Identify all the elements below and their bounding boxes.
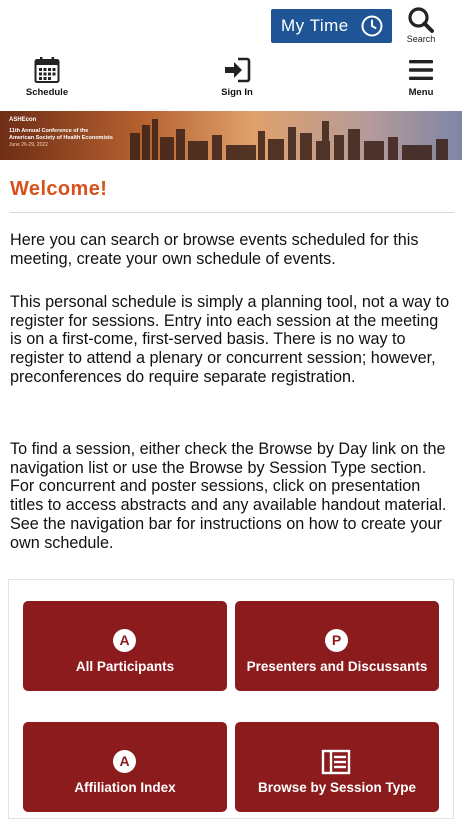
calendar-icon: [34, 57, 60, 83]
my-time-label: My Time: [281, 16, 349, 35]
nav-sign-in[interactable]: Sign In: [202, 56, 272, 98]
search-button[interactable]: Search: [398, 6, 444, 46]
title-divider: [10, 212, 454, 213]
all-participants-tile[interactable]: A All Participants: [23, 601, 227, 691]
nav-schedule-label: Schedule: [25, 87, 69, 98]
my-time-button[interactable]: My Time: [271, 9, 392, 43]
tile-label: Affiliation Index: [74, 780, 176, 795]
tile-label: Browse by Session Type: [257, 780, 417, 795]
affiliation-index-tile[interactable]: A Affiliation Index: [23, 722, 227, 812]
page-title: Welcome!: [10, 178, 108, 200]
nav-sign-in-label: Sign In: [221, 87, 253, 98]
letter-a-icon: A: [113, 629, 136, 652]
quick-links-panel: A All Participants P Presenters and Disc…: [8, 579, 454, 819]
letter-p-icon: P: [325, 629, 348, 652]
intro-paragraph-2: This personal schedule is simply a plann…: [10, 293, 450, 386]
sign-in-icon: [225, 57, 251, 83]
tile-label: Presenters and Discussants: [246, 659, 428, 674]
intro-paragraph-1: Here you can search or browse events sch…: [10, 231, 419, 268]
conference-banner: ASHEcon 11th Annual Conference of the Am…: [0, 111, 462, 160]
welcome-content: Welcome! Here you can search or browse e…: [10, 178, 454, 552]
clock-icon: [361, 15, 383, 37]
top-toolbar: My Time Search Schedule Sign In Menu: [0, 0, 462, 106]
browse-session-type-tile[interactable]: Browse by Session Type: [235, 722, 439, 812]
tile-label: All Participants: [75, 659, 175, 674]
nav-schedule[interactable]: Schedule: [12, 56, 82, 98]
nav-menu-label: Menu: [408, 87, 434, 98]
banner-logo: ASHEcon: [9, 117, 37, 123]
letter-a-icon: A: [113, 750, 136, 773]
presenters-discussants-tile[interactable]: P Presenters and Discussants: [235, 601, 439, 691]
banner-dates: June 26-29, 2022: [9, 142, 48, 148]
search-icon: [408, 7, 434, 33]
search-label: Search: [406, 34, 436, 44]
nav-menu[interactable]: Menu: [386, 56, 456, 98]
banner-conference-title: 11th Annual Conference of the American S…: [9, 128, 113, 141]
hamburger-menu-icon: [409, 60, 433, 80]
list-icon: [321, 749, 351, 775]
intro-paragraph-3: To find a session, either check the Brow…: [10, 440, 447, 552]
